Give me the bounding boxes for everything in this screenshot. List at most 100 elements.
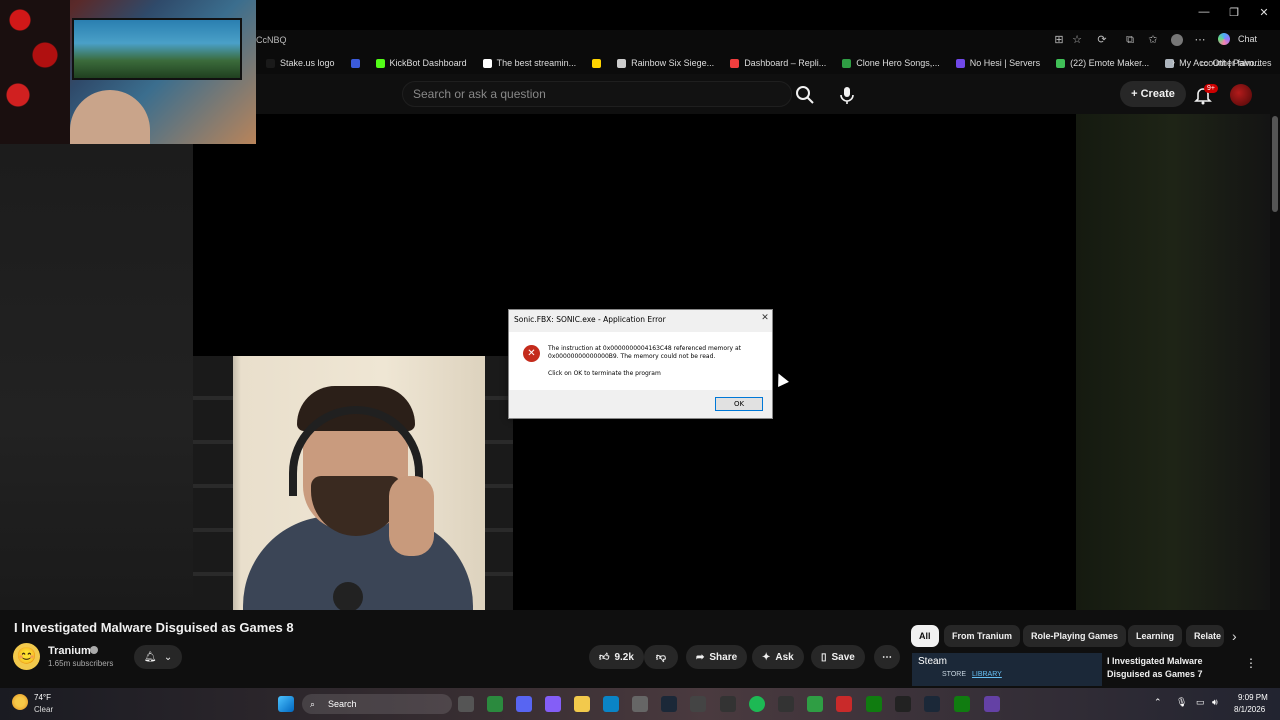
discord-icon[interactable] — [516, 696, 532, 712]
app-icon-4[interactable] — [807, 696, 823, 712]
store-icon[interactable] — [632, 696, 648, 712]
more-actions-button[interactable]: ⋯ — [874, 645, 900, 669]
dialog-close-icon[interactable]: ✕ — [759, 313, 771, 323]
volume-icon[interactable]: 🔊︎ — [1212, 697, 1218, 708]
favorite-star-icon[interactable]: ☆ — [1071, 34, 1083, 46]
nvidia-icon[interactable] — [487, 696, 503, 712]
bookmark-item[interactable]: Stake.us logo — [258, 58, 343, 68]
app-icon-3[interactable] — [778, 696, 794, 712]
bookmark-label: Dashboard – Repli... — [744, 58, 827, 68]
twitch-icon[interactable] — [984, 696, 1000, 712]
spotify-icon[interactable] — [749, 696, 765, 712]
share-button[interactable]: ➦ Share — [686, 645, 748, 669]
bookmark-item[interactable] — [343, 58, 368, 68]
display-tray-icon[interactable]: ▭ — [1196, 697, 1205, 708]
bookmark-label: The best streamin... — [496, 58, 577, 68]
app-available-icon[interactable]: ⊞ — [1053, 34, 1065, 46]
search-input[interactable]: Search or ask a question — [402, 81, 792, 107]
edge-icon[interactable] — [603, 696, 619, 712]
ambient-left — [0, 144, 193, 610]
bookmark-label: KickBot Dashboard — [389, 58, 467, 68]
weather-icon[interactable] — [12, 694, 28, 710]
channel-name[interactable]: Tranium — [48, 645, 91, 657]
bookmarks-overflow-icon[interactable]: › — [1172, 57, 1175, 67]
account-avatar[interactable] — [1230, 84, 1252, 106]
bookmark-item[interactable]: (22) Emote Maker... — [1048, 58, 1157, 68]
thumb-library-label: LIBRARY — [972, 671, 1002, 678]
create-button[interactable]: + Create — [1120, 81, 1186, 107]
channel-avatar[interactable]: 😊 — [13, 643, 40, 670]
save-button[interactable]: ▯ Save — [811, 645, 865, 669]
error-dialog: Sonic.FBX: SONIC.exe - Application Error… — [508, 309, 773, 419]
scrollbar-thumb[interactable] — [1272, 116, 1278, 212]
streamer-figure — [70, 90, 150, 144]
kebab-menu-icon[interactable]: ⋮ — [1245, 656, 1257, 670]
bookmark-favicon-icon — [730, 58, 740, 68]
bookmark-icon: ▯ — [821, 651, 827, 663]
app-icon-2[interactable] — [690, 696, 706, 712]
bookmark-item[interactable]: Clone Hero Songs,... — [834, 58, 948, 68]
chip-learning[interactable]: Learning — [1128, 625, 1183, 647]
ambient-right — [1076, 114, 1270, 610]
share-label: Share — [709, 651, 738, 663]
ask-button[interactable]: ✦ Ask — [752, 645, 804, 669]
search-icon[interactable] — [794, 84, 816, 106]
related-video-title[interactable]: I Investigated Malware Disguised as Game… — [1107, 655, 1237, 681]
tray-overflow-icon[interactable]: ⌃ — [1154, 697, 1162, 708]
mic-tray-icon[interactable]: 🎙︎ — [1176, 697, 1187, 708]
bookmark-label: Stake.us logo — [280, 58, 335, 68]
bookmark-item[interactable] — [584, 58, 609, 68]
xbox-icon[interactable] — [866, 696, 882, 712]
chip-all[interactable]: All — [911, 625, 939, 647]
dislike-button[interactable]: 👎︎ — [644, 645, 678, 669]
settings-more-icon[interactable]: ⋯ — [1194, 34, 1206, 46]
maximize-icon[interactable]: ❐ — [1224, 6, 1244, 19]
app-icon-7[interactable] — [924, 696, 940, 712]
subscription-bell-button[interactable]: 🔔︎ ⌄ — [134, 645, 182, 669]
clock-date[interactable]: 8/1/2026 — [1234, 705, 1265, 714]
app-icon-1[interactable] — [545, 696, 561, 712]
chip-role-playing-games[interactable]: Role-Playing Games — [1023, 625, 1127, 647]
bookmark-item[interactable]: KickBot Dashboard — [368, 58, 475, 68]
app-icon-6[interactable] — [895, 696, 911, 712]
other-favorites-label: Other favorites — [1212, 58, 1272, 68]
related-video-thumbnail[interactable]: Steam STORE LIBRARY — [912, 653, 1102, 686]
steam-taskbar-icon[interactable] — [661, 696, 677, 712]
bookmark-item[interactable]: No Hesi | Servers — [948, 58, 1048, 68]
chip-from-tranium[interactable]: From Tranium — [944, 625, 1021, 647]
favorites-icon[interactable]: ✩ — [1147, 34, 1159, 46]
clock-time[interactable]: 9:09 PM — [1238, 693, 1268, 702]
url-text[interactable]: CcNBQ — [256, 35, 287, 45]
close-window-icon[interactable]: ✕ — [1254, 6, 1274, 19]
taskbar-search[interactable]: ⌕ Search — [302, 694, 452, 714]
file-explorer-icon[interactable] — [574, 696, 590, 712]
app-icon-5[interactable] — [836, 696, 852, 712]
settings-icon[interactable] — [720, 696, 736, 712]
extensions-icon[interactable]: ⟳ — [1096, 34, 1108, 46]
like-button[interactable]: 👍︎ 9.2k — [589, 645, 644, 669]
dialog-body: ✕ The instruction at 0x0000000004163C48 … — [509, 332, 772, 390]
shelf-left — [193, 356, 233, 610]
thumb-store-label: STORE — [942, 671, 966, 678]
other-favorites[interactable]: ▭ Other favorites — [1200, 58, 1272, 69]
bookmark-item[interactable]: The best streamin... — [475, 58, 585, 68]
weather-condition[interactable]: Clear — [34, 705, 53, 714]
microphone — [333, 582, 363, 610]
bookmark-item[interactable]: Rainbow Six Siege... — [609, 58, 722, 68]
chip-related[interactable]: Relate — [1186, 625, 1224, 647]
xbox-app-icon[interactable] — [954, 696, 970, 712]
start-icon[interactable] — [278, 696, 294, 712]
profile-avatar-icon[interactable] — [1171, 34, 1183, 46]
split-screen-icon[interactable]: ⧉ — [1124, 34, 1136, 46]
taskbar-search-icon: ⌕ — [310, 699, 316, 709]
ok-button[interactable]: OK — [715, 397, 763, 411]
chat-button[interactable]: Chat — [1238, 34, 1257, 44]
share-icon: ➦ — [696, 651, 705, 663]
task-view-icon[interactable] — [458, 696, 474, 712]
weather-temperature[interactable]: 74°F — [34, 693, 51, 702]
microphone-icon[interactable] — [836, 84, 858, 106]
bookmark-item[interactable]: Dashboard – Repli... — [722, 58, 834, 68]
minimize-icon[interactable]: — — [1194, 6, 1214, 18]
chevron-right-icon[interactable]: › — [1232, 628, 1237, 644]
copilot-icon[interactable] — [1218, 33, 1230, 45]
